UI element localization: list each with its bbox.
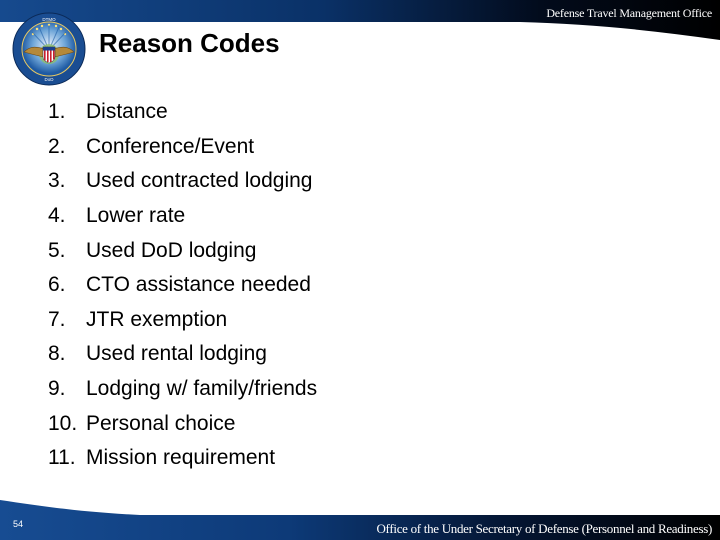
list-item-label: Mission requirement bbox=[86, 446, 276, 470]
list-item: 5. Used DoD lodging bbox=[48, 233, 317, 268]
svg-text:DoD: DoD bbox=[44, 77, 54, 82]
page-number: 54 bbox=[13, 519, 24, 529]
reason-codes-list: 1. Distance 2. Conference/Event 3. Used … bbox=[48, 95, 317, 476]
list-item: 11. Mission requirement bbox=[48, 441, 317, 476]
header-organization: Defense Travel Management Office bbox=[546, 6, 712, 20]
list-item-number: 9. bbox=[48, 377, 66, 401]
list-item-label: Personal choice bbox=[86, 411, 236, 435]
list-item-number: 7. bbox=[48, 307, 66, 331]
list-item-label: Lodging w/ family/friends bbox=[86, 377, 318, 401]
list-item: 1. Distance bbox=[48, 95, 317, 130]
list-item: 10. Personal choice bbox=[48, 406, 317, 441]
list-item-number: 10. bbox=[48, 411, 78, 435]
list-item: 8. Used rental lodging bbox=[48, 337, 317, 372]
list-item-label: CTO assistance needed bbox=[86, 273, 311, 297]
list-item-number: 11. bbox=[48, 446, 76, 470]
footer-organization: Office of the Under Secretary of Defense… bbox=[376, 521, 712, 536]
list-item-label: Distance bbox=[86, 100, 168, 124]
list-item-number: 3. bbox=[48, 169, 66, 193]
list-item: 3. Used contracted lodging bbox=[48, 164, 317, 199]
list-item-number: 2. bbox=[48, 134, 66, 158]
list-item: 4. Lower rate bbox=[48, 199, 317, 234]
list-item: 7. JTR exemption bbox=[48, 303, 317, 338]
slide-title: Reason Codes bbox=[99, 28, 280, 58]
list-item-label: Conference/Event bbox=[86, 134, 255, 158]
list-item: 6. CTO assistance needed bbox=[48, 268, 317, 303]
list-item-number: 4. bbox=[48, 204, 66, 228]
svg-text:DTMO: DTMO bbox=[42, 17, 56, 22]
list-item-number: 1. bbox=[48, 100, 66, 124]
list-item-label: Used contracted lodging bbox=[86, 169, 313, 193]
list-item-label: Used rental lodging bbox=[86, 342, 267, 366]
list-item: 2. Conference/Event bbox=[48, 130, 317, 165]
list-item-label: JTR exemption bbox=[86, 307, 228, 331]
list-item-label: Used DoD lodging bbox=[86, 238, 257, 262]
list-item-number: 6. bbox=[48, 273, 66, 297]
dod-seal-icon: DTMO DoD bbox=[12, 12, 86, 86]
list-item-label: Lower rate bbox=[86, 204, 186, 228]
slide: Defense Travel Management Office DTMO Do… bbox=[0, 0, 720, 540]
list-item-number: 5. bbox=[48, 238, 66, 262]
list-item: 9. Lodging w/ family/friends bbox=[48, 372, 317, 407]
list-item-number: 8. bbox=[48, 342, 66, 366]
